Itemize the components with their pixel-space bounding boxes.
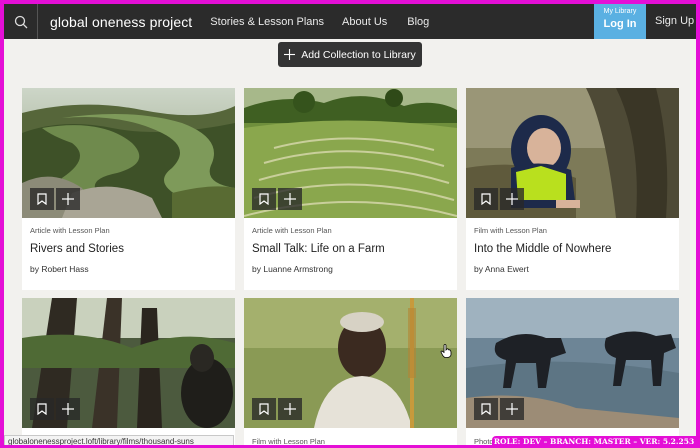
plus-icon: [62, 403, 74, 415]
plus-icon: [62, 193, 74, 205]
bookmark-icon: [481, 403, 491, 415]
card-author: by Anna Ewert: [474, 264, 529, 274]
bookmark-icon: [259, 193, 269, 205]
bookmark-button[interactable]: [474, 188, 498, 210]
plus-icon: [284, 49, 296, 60]
add-button[interactable]: [500, 398, 524, 420]
card-type: Article with Lesson Plan: [30, 226, 110, 235]
add-button[interactable]: [278, 188, 302, 210]
nav-link-blog[interactable]: Blog: [407, 16, 429, 28]
card-author: by Robert Hass: [30, 264, 89, 274]
top-nav: global oneness project Stories & Lesson …: [4, 4, 696, 39]
bookmark-icon: [37, 193, 47, 205]
story-card[interactable]: Article with Lesson Plan Rivers and Stor…: [22, 88, 235, 290]
bookmark-button[interactable]: [30, 188, 54, 210]
card-author: by Luanne Armstrong: [252, 264, 333, 274]
nav-link-about[interactable]: About Us: [342, 16, 387, 28]
bookmark-button[interactable]: [30, 398, 54, 420]
story-thumbnail[interactable]: [466, 88, 679, 218]
add-button[interactable]: [500, 188, 524, 210]
bookmark-icon: [259, 403, 269, 415]
login-button[interactable]: My Library Log In: [594, 4, 646, 39]
card-title[interactable]: Small Talk: Life on a Farm: [252, 243, 449, 255]
hand-cursor-icon: [440, 344, 452, 358]
card-type: Article with Lesson Plan: [252, 226, 332, 235]
add-button[interactable]: [278, 398, 302, 420]
add-button[interactable]: [56, 398, 80, 420]
story-card[interactable]: Film with Lesson Plan: [244, 298, 457, 448]
story-thumbnail[interactable]: [244, 298, 457, 428]
bookmark-icon: [37, 403, 47, 415]
site-logo[interactable]: global oneness project: [50, 14, 192, 30]
bookmark-icon: [481, 193, 491, 205]
my-library-label: My Library: [603, 8, 637, 15]
signup-link[interactable]: Sign Up: [655, 15, 694, 27]
story-card[interactable]: Film with Lesson Plan Into the Middle of…: [466, 88, 679, 290]
plus-icon: [284, 403, 296, 415]
nav-link-stories[interactable]: Stories & Lesson Plans: [210, 16, 324, 28]
plus-icon: [506, 403, 518, 415]
search-icon: [14, 15, 27, 28]
card-type: Film with Lesson Plan: [474, 226, 547, 235]
plus-icon: [506, 193, 518, 205]
story-thumbnail[interactable]: [244, 88, 457, 218]
story-thumbnail[interactable]: [466, 298, 679, 428]
story-thumbnail[interactable]: [22, 88, 235, 218]
story-card[interactable]: Photo: [466, 298, 679, 448]
card-title[interactable]: Into the Middle of Nowhere: [474, 243, 671, 255]
plus-icon: [284, 193, 296, 205]
card-type: Film with Lesson Plan: [252, 437, 325, 446]
add-button[interactable]: [56, 188, 80, 210]
search-button[interactable]: [4, 4, 38, 39]
bookmark-button[interactable]: [252, 398, 276, 420]
status-url-bar: globalonenessproject.loft/library/films/…: [4, 435, 234, 448]
dev-environment-badge: ROLE: DEV – BRANCH: MASTER – VER: 5.2.25…: [492, 436, 696, 448]
story-card[interactable]: Article with Lesson Plan Small Talk: Lif…: [244, 88, 457, 290]
story-card[interactable]: [22, 298, 235, 448]
add-collection-label: Add Collection to Library: [301, 48, 416, 61]
story-thumbnail[interactable]: [22, 298, 235, 428]
bookmark-button[interactable]: [252, 188, 276, 210]
login-label: Log In: [603, 18, 637, 30]
bookmark-button[interactable]: [474, 398, 498, 420]
card-title[interactable]: Rivers and Stories: [30, 243, 227, 255]
add-collection-button[interactable]: Add Collection to Library: [278, 42, 422, 67]
